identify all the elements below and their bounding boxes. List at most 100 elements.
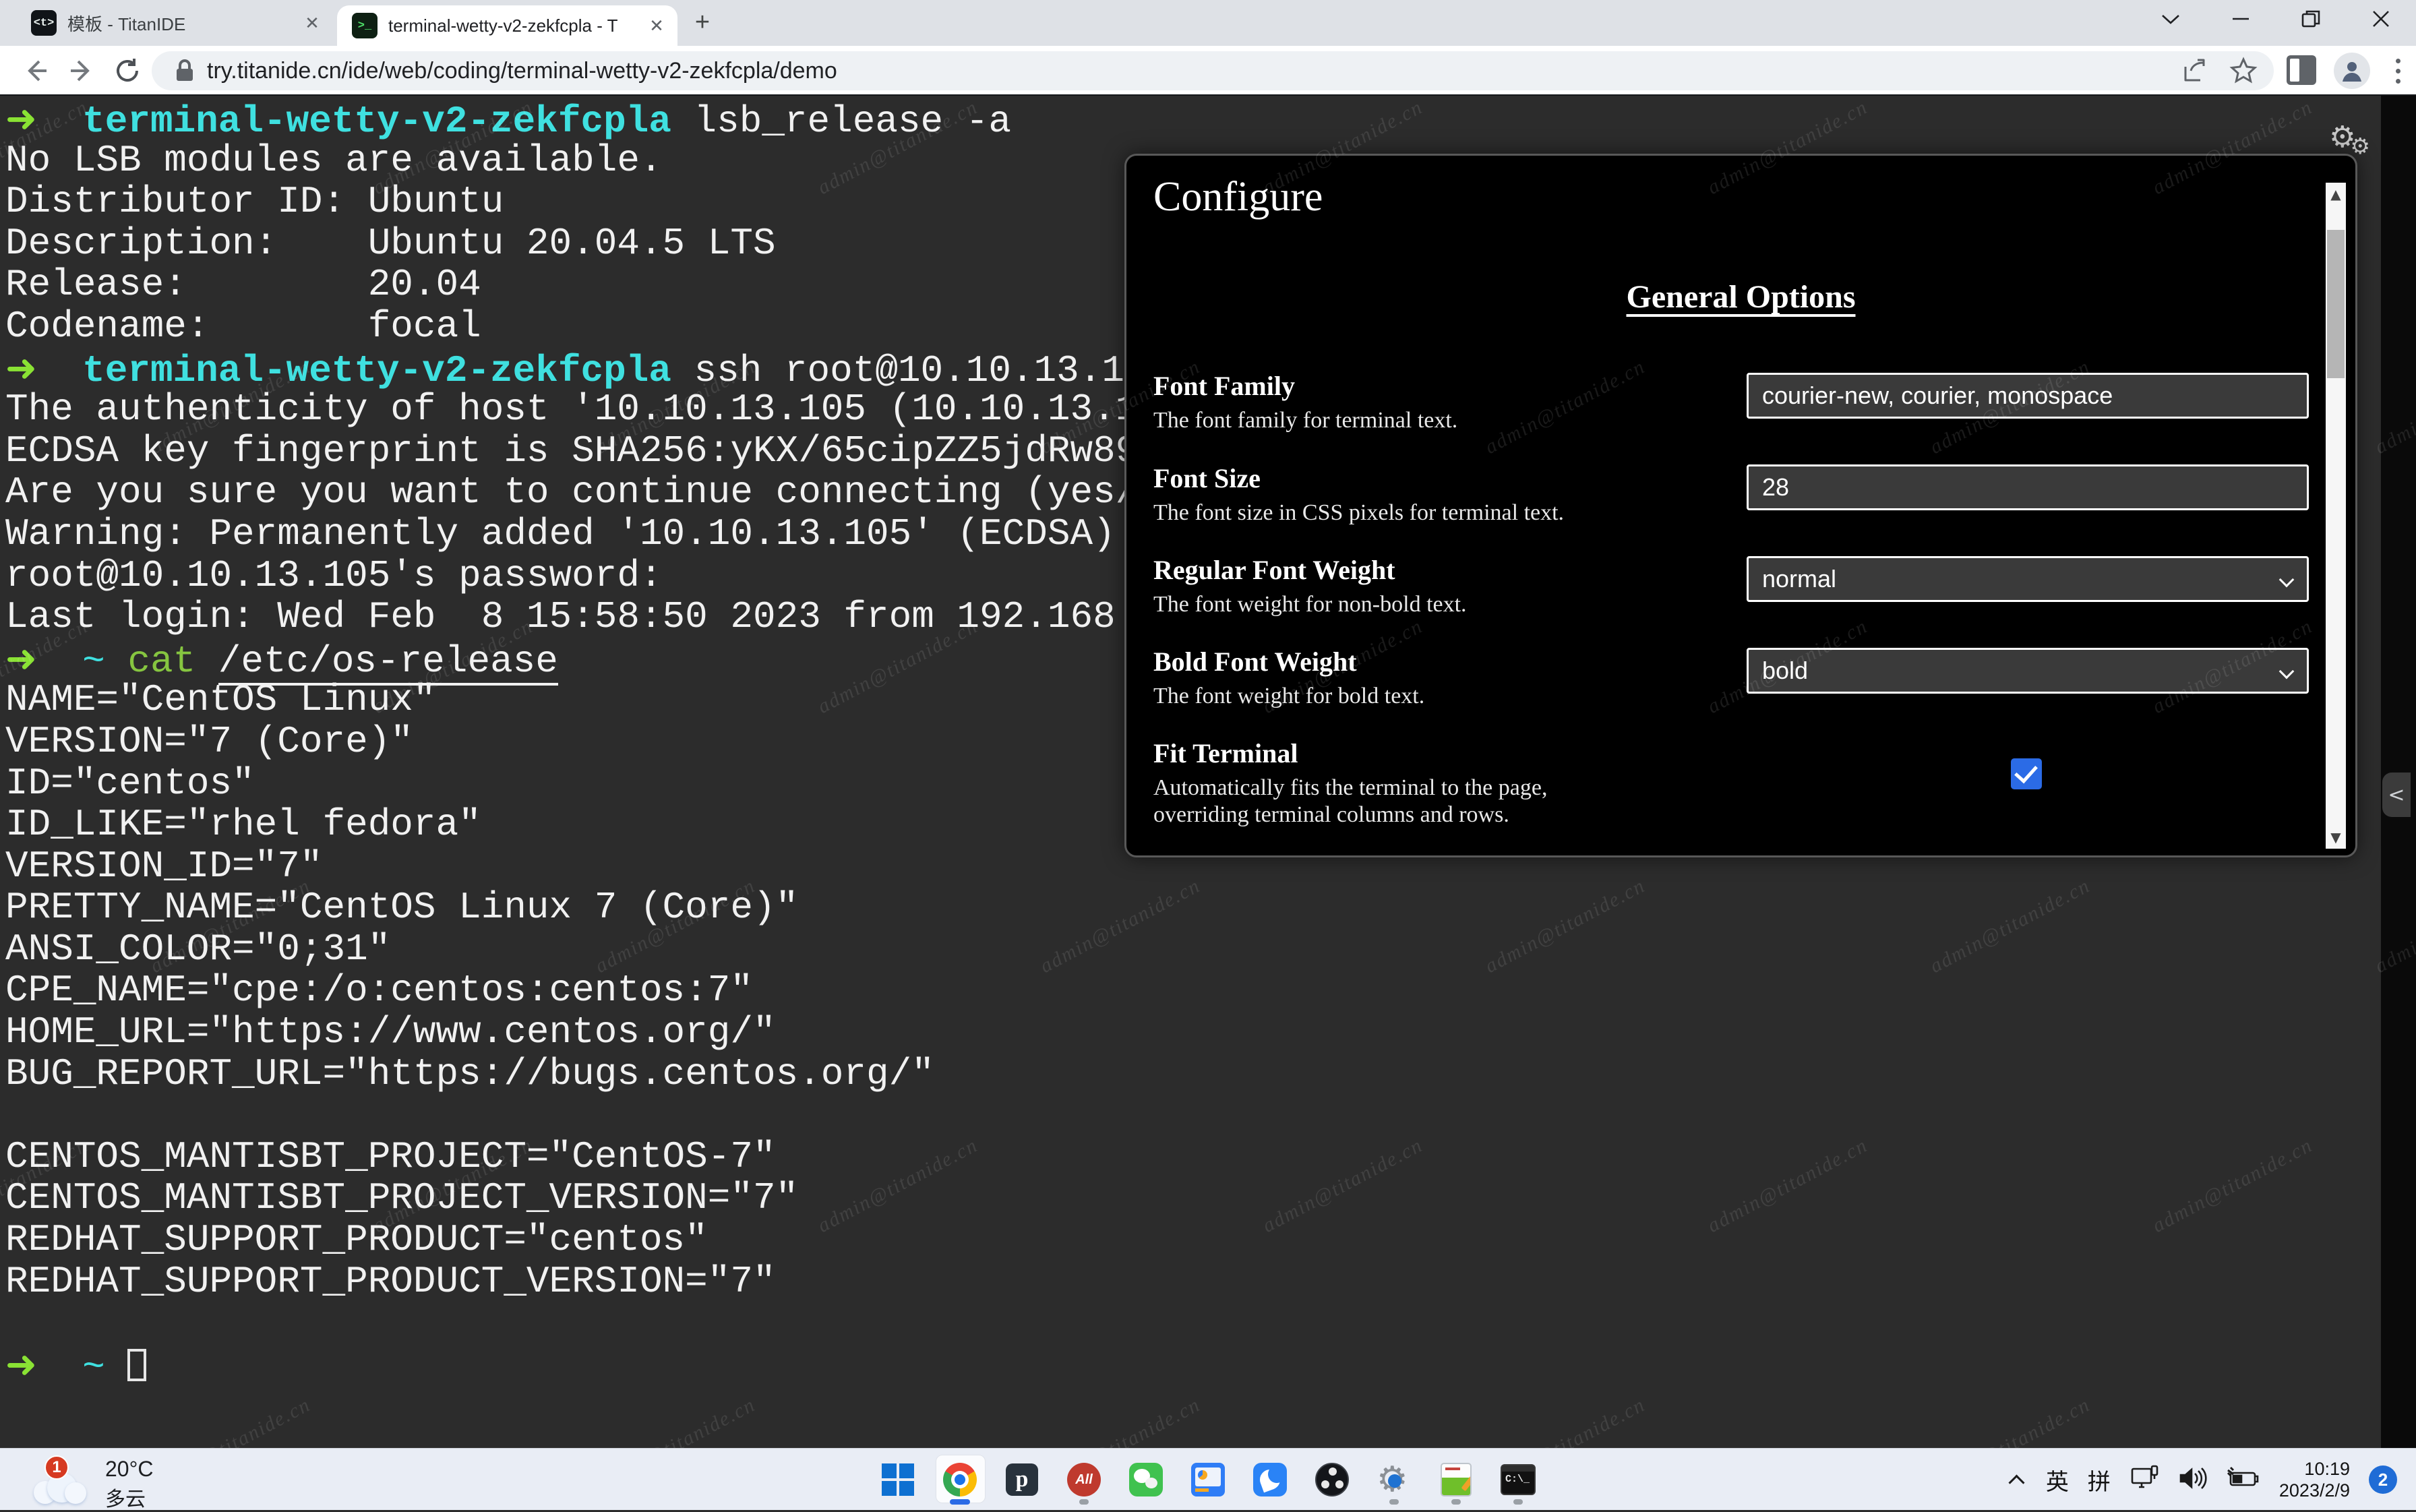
field-bold-font-weight: Bold Font Weight The font weight for bol… — [1153, 646, 1733, 710]
close-tab-icon[interactable]: ✕ — [301, 11, 324, 34]
terminal-output: ➜ terminal-wetty-v2-zekfcpla lsb_release… — [5, 98, 1170, 1385]
minimize-button[interactable] — [2206, 0, 2276, 38]
close-window-button[interactable] — [2346, 0, 2416, 38]
date: 2023/2/9 — [2279, 1480, 2350, 1501]
command-terminal-icon[interactable]: C:\_ — [1501, 1453, 1536, 1506]
ime-pinyin-indicator[interactable]: 拼 — [2088, 1463, 2111, 1496]
scroll-down-icon[interactable]: ▼ — [2326, 826, 2346, 849]
terminal-line: BUG_REPORT_URL="https://bugs.centos.org/… — [5, 1054, 1170, 1095]
terminal-line — [5, 1095, 1170, 1137]
chevron-up-icon[interactable] — [2008, 1470, 2027, 1489]
weather-widget[interactable]: 1 20°C 多云 — [30, 1451, 205, 1508]
terminal-line: Are you sure you want to continue connec… — [5, 472, 1170, 514]
field-description: The font family for terminal text. — [1153, 407, 1733, 434]
dialog-title: Configure — [1153, 173, 1323, 221]
watermark-text: admin@titanide.cn — [2148, 1134, 2316, 1238]
field-label: Bold Font Weight — [1153, 646, 1733, 677]
field-label: Font Size — [1153, 462, 1733, 494]
ime-language-indicator[interactable]: 英 — [2046, 1463, 2069, 1496]
notification-badge: 1 — [44, 1455, 69, 1480]
terminal-line: ➜ terminal-wetty-v2-zekfcpla lsb_release… — [5, 98, 1170, 140]
profile-avatar[interactable] — [2334, 53, 2370, 89]
monitor-network-icon[interactable] — [2130, 1465, 2159, 1495]
terminal-line: ➜ ~ cat /etc/os-release — [5, 638, 1170, 680]
back-arrow-icon[interactable] — [19, 54, 53, 88]
terminal-line: Last login: Wed Feb 8 15:58:50 2023 from… — [5, 597, 1170, 638]
speaker-volume-icon[interactable] — [2178, 1465, 2208, 1495]
titanide-template-icon: <t> — [31, 10, 57, 36]
terminal-line: ANSI_COLOR="0;31" — [5, 929, 1170, 971]
address-bar[interactable]: try.titanide.cn/ide/web/coding/terminal-… — [152, 51, 2274, 90]
terminal-line: root@10.10.13.105's password: — [5, 555, 1170, 597]
terminal-page: ➜ terminal-wetty-v2-zekfcpla lsb_release… — [0, 96, 2416, 1448]
settings-gear-icon[interactable]: ⚙ — [1377, 1453, 1412, 1506]
field-font-size: Font Size The font size in CSS pixels fo… — [1153, 462, 1733, 526]
terminal-line: CENTOS_MANTISBT_PROJECT_VERSION="7" — [5, 1178, 1170, 1219]
panel-expand-handle[interactable]: < — [2382, 773, 2411, 817]
kebab-menu-icon[interactable] — [2386, 54, 2409, 88]
all-red-app-icon[interactable]: All — [1066, 1453, 1101, 1506]
clock[interactable]: 10:19 2023/2/9 — [2279, 1458, 2350, 1501]
regular-font-weight-select[interactable]: normal — [1747, 556, 2309, 602]
terminal-cursor — [127, 1349, 146, 1381]
control-panel-app-icon[interactable] — [1190, 1453, 1226, 1506]
new-tab-button[interactable]: + — [689, 9, 716, 36]
obs-studio-icon[interactable] — [1315, 1453, 1350, 1506]
dingtalk-icon[interactable] — [1252, 1453, 1288, 1506]
p-dark-app-icon[interactable]: p — [1004, 1453, 1039, 1506]
watermark-text: admin@titanide.cn — [1259, 1134, 1426, 1238]
font-size-input[interactable] — [1747, 464, 2309, 510]
field-fit-terminal: Fit Terminal Automatically fits the term… — [1153, 737, 1733, 828]
tab-title: terminal-wetty-v2-zekfcpla - T — [388, 16, 636, 36]
battery-charging-icon[interactable] — [2227, 1465, 2260, 1495]
field-label: Font Family — [1153, 370, 1733, 402]
restore-button[interactable] — [2276, 0, 2346, 38]
terminal-line: ECDSA key fingerprint is SHA256:yKX/65ci… — [5, 431, 1170, 473]
lock-icon — [175, 59, 195, 83]
chevron-down-icon — [2279, 572, 2295, 588]
share-icon[interactable] — [2177, 53, 2213, 89]
tab-search-chevron-icon[interactable] — [2136, 0, 2206, 38]
field-font-family: Font Family The font family for terminal… — [1153, 370, 1733, 434]
tab-titanide-template[interactable]: <t> 模板 - TitanIDE ✕ — [16, 0, 333, 46]
taskbar-app-row: p All ⚙ C:\_ — [880, 1449, 1536, 1511]
gear-pair-icon[interactable]: ⚙⚙ — [2329, 120, 2376, 154]
watermark-text: admin@titanide.cn — [1926, 874, 2094, 978]
dialog-scrollbar[interactable]: ▲ ▼ — [2326, 183, 2346, 849]
terminal-line: PRETTY_NAME="CentOS Linux 7 (Core)" — [5, 887, 1170, 929]
scroll-up-icon[interactable]: ▲ — [2326, 183, 2346, 206]
configure-dialog: Configure General Options Font Family Th… — [1124, 154, 2357, 857]
side-panel-icon[interactable] — [2287, 55, 2318, 86]
system-tray: 英 拼 10:19 2023/2/9 2 — [2008, 1449, 2397, 1511]
windows-start-icon[interactable] — [880, 1453, 915, 1506]
terminal-line: The authenticity of host '10.10.13.105 (… — [5, 389, 1170, 431]
terminal-line: Codename: focal — [5, 306, 1170, 348]
terminal-line: Release: 20.04 — [5, 264, 1170, 306]
notepad-plus-icon[interactable] — [1439, 1453, 1474, 1506]
watermark-text: admin@titanide.cn — [1926, 1393, 2094, 1448]
field-description: Automatically fits the terminal to the p… — [1153, 775, 1733, 828]
tab-strip: <t> 模板 - TitanIDE ✕ >_ terminal-wetty-v2… — [0, 0, 2416, 46]
scrollbar-thumb[interactable] — [2327, 230, 2345, 378]
reload-icon[interactable] — [111, 54, 144, 88]
wechat-icon[interactable] — [1128, 1453, 1164, 1506]
close-tab-icon[interactable]: ✕ — [645, 14, 668, 37]
terminal-line: HOME_URL="https://www.centos.org/" — [5, 1012, 1170, 1054]
tab-terminal-wetty[interactable]: >_ terminal-wetty-v2-zekfcpla - T ✕ — [337, 5, 677, 46]
time: 10:19 — [2279, 1458, 2350, 1480]
chrome-icon[interactable] — [942, 1453, 977, 1506]
bookmark-star-icon[interactable] — [2225, 53, 2262, 89]
notification-center-badge[interactable]: 2 — [2369, 1465, 2397, 1494]
bold-font-weight-select[interactable]: bold — [1747, 648, 2309, 694]
fit-terminal-checkbox[interactable] — [2011, 758, 2042, 789]
font-family-input[interactable] — [1747, 373, 2309, 419]
field-label: Fit Terminal — [1153, 737, 1733, 769]
terminal-line: ➜ terminal-wetty-v2-zekfcpla ssh root@10… — [5, 348, 1170, 390]
terminal-line: VERSION="7 (Core)" — [5, 721, 1170, 763]
terminal-line: Distributor ID: Ubuntu — [5, 181, 1170, 223]
watermark-text: admin@titanide.cn — [591, 1393, 759, 1448]
watermark-text: admin@titanide.cn — [1481, 1393, 1649, 1448]
field-description: The font weight for bold text. — [1153, 683, 1733, 710]
forward-arrow-icon[interactable] — [65, 54, 98, 88]
field-label: Regular Font Weight — [1153, 554, 1733, 586]
